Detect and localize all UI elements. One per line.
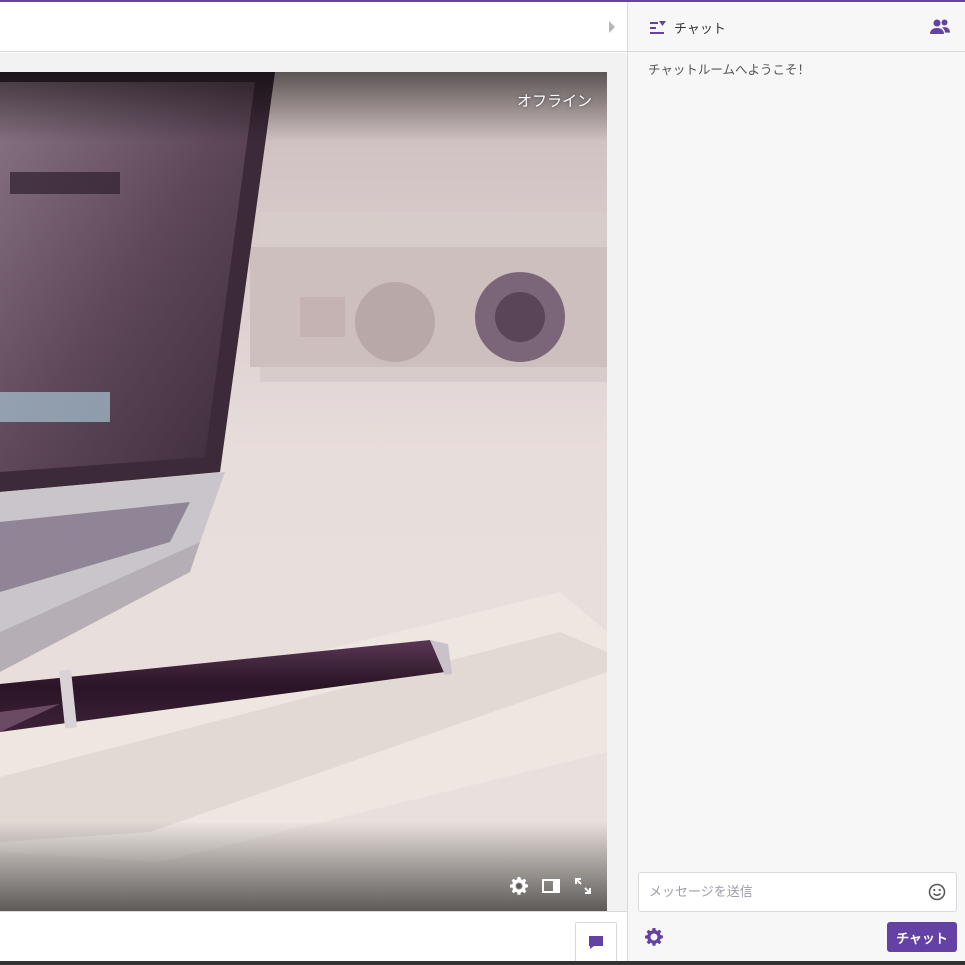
chat-input-container: [638, 872, 957, 912]
player-controls: [509, 876, 593, 896]
stream-header: [0, 2, 627, 52]
player-top-shade: [0, 72, 607, 142]
player-bottom-shade: [0, 821, 607, 911]
offline-status-label: オフライン: [516, 92, 592, 110]
chat-header: チャット: [628, 2, 965, 52]
chat-pane: チャット チャットルームへようこそ！ チャット: [627, 2, 965, 961]
chat-list-icon[interactable]: [648, 17, 668, 37]
chat-message-input[interactable]: [639, 873, 919, 911]
video-player[interactable]: オフライン: [0, 72, 607, 911]
chat-header-title: チャット: [674, 22, 726, 37]
emoji-icon[interactable]: [928, 883, 946, 901]
welcome-message: チャットルームへようこそ！: [648, 62, 811, 77]
settings-icon[interactable]: [509, 876, 529, 896]
stream-pane: オフライン: [0, 2, 627, 965]
offline-background-image: [0, 72, 607, 911]
fullscreen-icon[interactable]: [573, 876, 593, 896]
bottom-edge-bar: [0, 961, 965, 965]
chat-bubble-icon: [589, 936, 603, 949]
theatre-mode-icon[interactable]: [541, 876, 561, 896]
below-player-bar: [0, 911, 627, 965]
chat-settings-icon[interactable]: [644, 927, 664, 947]
toggle-chat-button[interactable]: [575, 922, 617, 962]
send-chat-button[interactable]: チャット: [887, 922, 957, 952]
expand-arrow-icon[interactable]: [609, 21, 615, 33]
users-icon[interactable]: [929, 17, 951, 37]
